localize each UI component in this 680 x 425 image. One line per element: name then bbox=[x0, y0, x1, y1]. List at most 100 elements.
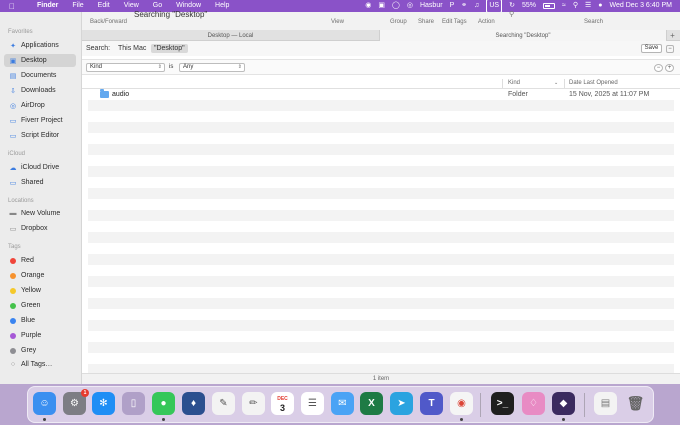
add-criteria-button[interactable]: + bbox=[665, 64, 674, 72]
music-icon[interactable]: ♫ bbox=[474, 0, 479, 12]
sidebar-tag-orange[interactable]: Orange bbox=[4, 269, 76, 282]
sidebar-tag-green[interactable]: Green bbox=[4, 299, 76, 312]
menu-file[interactable]: File bbox=[65, 0, 90, 12]
teams-icon[interactable]: T bbox=[420, 392, 443, 415]
running-indicator bbox=[43, 418, 46, 421]
shortcuts-icon[interactable]: ◆ bbox=[552, 392, 575, 415]
empty-row bbox=[88, 144, 674, 155]
empty-row bbox=[88, 265, 674, 276]
spotlight-icon[interactable]: ⚲ bbox=[573, 0, 578, 12]
sidebar-tag-yellow[interactable]: Yellow bbox=[4, 284, 76, 297]
sidebar-item-label: Applications bbox=[21, 42, 59, 49]
tag-yellow-dot bbox=[10, 287, 16, 294]
system-settings-icon[interactable]: ⚙ 1 bbox=[63, 389, 89, 415]
pinterest-icon[interactable]: P bbox=[450, 0, 455, 12]
downloads-stack-icon[interactable]: ▤ bbox=[594, 392, 617, 415]
status-app-icon[interactable]: ◎ bbox=[407, 0, 413, 12]
empty-row bbox=[88, 122, 674, 133]
view-button[interactable]: View bbox=[331, 19, 344, 25]
save-search-button[interactable]: Save bbox=[641, 44, 662, 53]
notes-pen-icon[interactable]: ✎ bbox=[212, 392, 235, 415]
screen-share-icon[interactable]: ▣ bbox=[378, 0, 385, 12]
iphone-mirroring-icon[interactable]: ▯ bbox=[122, 392, 145, 415]
remove-search-button[interactable]: − bbox=[666, 45, 674, 53]
menu-edit[interactable]: Edit bbox=[91, 0, 117, 12]
apple-icon[interactable]:  bbox=[9, 2, 21, 11]
excel-icon[interactable]: X bbox=[360, 392, 383, 415]
sidebar-item-applications[interactable]: ✦ Applications bbox=[4, 39, 76, 52]
headphones-icon[interactable]: ⚭ bbox=[461, 0, 467, 12]
remove-criteria-button[interactable]: − bbox=[654, 64, 663, 72]
sidebar-item-icloud-drive[interactable]: ☁ iCloud Drive bbox=[4, 161, 76, 174]
calendar-day: 3 bbox=[279, 402, 285, 413]
sidebar-section-favorites: Favorites bbox=[8, 29, 33, 35]
clock[interactable]: Wed Dec 3 6:40 PM bbox=[609, 0, 672, 12]
record-icon[interactable]: ◉ bbox=[365, 0, 371, 12]
new-tab-button[interactable]: + bbox=[666, 30, 678, 41]
search-icon[interactable]: ⚲ bbox=[509, 10, 514, 18]
sidebar-tag-red[interactable]: Red bbox=[4, 254, 76, 267]
reminders-icon[interactable]: ☰ bbox=[301, 392, 324, 415]
column-header-date-last-opened[interactable]: Date Last Opened bbox=[569, 80, 618, 86]
sidebar-item-desktop[interactable]: ▣ Desktop bbox=[4, 54, 76, 67]
battery-percent[interactable]: 55% bbox=[522, 0, 536, 12]
sidebar-item-documents[interactable]: ▤ Documents bbox=[4, 69, 76, 82]
edit-tags-button[interactable]: Edit Tags bbox=[442, 19, 467, 25]
search-button[interactable]: Search bbox=[584, 19, 603, 25]
wifi-icon[interactable]: ≈ bbox=[562, 0, 566, 12]
running-indicator bbox=[460, 418, 463, 421]
menu-app-finder[interactable]: Finder bbox=[21, 0, 65, 12]
battery-icon[interactable] bbox=[542, 3, 555, 9]
calendar-icon[interactable]: DEC 3 bbox=[271, 392, 294, 415]
criteria-value-text: Any bbox=[183, 64, 194, 70]
menu-bar:  Finder File Edit View Go Window Help ◉… bbox=[0, 0, 680, 13]
siri-icon[interactable]: ● bbox=[598, 0, 602, 12]
scope-desktop[interactable]: "Desktop" bbox=[151, 44, 188, 53]
folder-icon: ▭ bbox=[9, 117, 17, 125]
finder-icon[interactable]: ☺ bbox=[33, 392, 56, 415]
sidebar-tag-grey[interactable]: Grey bbox=[4, 344, 76, 357]
eye-icon[interactable]: ◯ bbox=[392, 0, 400, 12]
back-forward-button[interactable]: Back/Forward bbox=[90, 19, 127, 25]
chevron-updown-icon: ⇕ bbox=[237, 64, 242, 70]
chrome-icon[interactable]: ◉ bbox=[450, 392, 473, 415]
share-button[interactable]: Share bbox=[418, 19, 434, 25]
column-header-kind[interactable]: Kind bbox=[508, 80, 520, 86]
sidebar-item-fiverr-project[interactable]: ▭ Fiverr Project bbox=[4, 114, 76, 127]
terminal-icon[interactable]: >_ bbox=[491, 392, 514, 415]
sidebar-item-shared[interactable]: ▭ Shared bbox=[4, 176, 76, 189]
sidebar-item-all-tags[interactable]: ○ All Tags… bbox=[4, 358, 76, 371]
sidebar-tag-purple[interactable]: Purple bbox=[4, 329, 76, 342]
safari-icon[interactable]: ✻ bbox=[92, 392, 115, 415]
vpn-shield-icon[interactable]: ♦ bbox=[182, 392, 205, 415]
sidebar-item-dropbox[interactable]: ▭ Dropbox bbox=[4, 222, 76, 235]
tab-desktop-local[interactable]: Desktop — Local bbox=[82, 30, 380, 41]
criteria-value-select[interactable]: Any ⇕ bbox=[179, 63, 245, 72]
sort-chevron-icon[interactable]: ⌄ bbox=[554, 80, 558, 86]
sidebar-item-downloads[interactable]: ⇩ Downloads bbox=[4, 84, 76, 97]
menu-help[interactable]: Help bbox=[208, 0, 236, 12]
group-button[interactable]: Group bbox=[390, 19, 407, 25]
mail-icon[interactable]: ✉ bbox=[331, 392, 354, 415]
telegram-icon[interactable]: ➤ bbox=[390, 392, 413, 415]
action-button[interactable]: Action bbox=[478, 19, 495, 25]
trash-icon[interactable]: 🗑 bbox=[624, 392, 647, 415]
tab-searching-desktop[interactable]: Searching "Desktop" bbox=[380, 30, 666, 41]
tag-blue-dot bbox=[10, 317, 16, 324]
sidebar-tag-blue[interactable]: Blue bbox=[4, 314, 76, 327]
sidebar-item-script-editor[interactable]: ▭ Script Editor bbox=[4, 129, 76, 142]
photo-app-icon[interactable]: ♢ bbox=[522, 392, 545, 415]
sidebar-item-airdrop[interactable]: ◎ AirDrop bbox=[4, 99, 76, 112]
control-center-icon[interactable]: ☰ bbox=[585, 0, 591, 12]
status-app-label[interactable]: Hasbur bbox=[420, 0, 443, 12]
criteria-attribute-select[interactable]: Kind ⇕ bbox=[86, 63, 165, 72]
tag-grey-dot bbox=[10, 347, 16, 354]
empty-row bbox=[88, 276, 674, 287]
empty-row bbox=[88, 221, 674, 232]
textedit-icon[interactable]: ✏ bbox=[242, 392, 265, 415]
messages-icon[interactable]: ● bbox=[152, 392, 175, 415]
sidebar-item-new-volume[interactable]: ▬ New Volume bbox=[4, 207, 76, 220]
scope-this-mac[interactable]: This Mac bbox=[115, 44, 149, 53]
table-row[interactable]: audio Folder 15 Nov, 2025 at 11:07 PM bbox=[88, 89, 674, 100]
tag-red-dot bbox=[10, 257, 16, 264]
